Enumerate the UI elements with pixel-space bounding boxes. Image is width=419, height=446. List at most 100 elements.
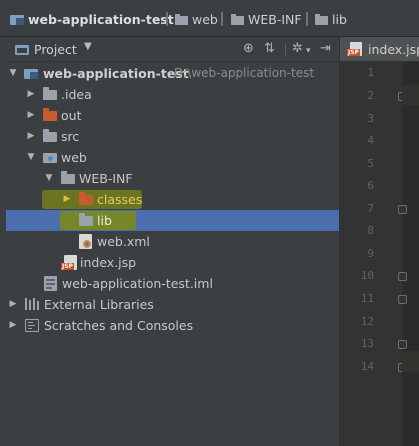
tree-node-external-libraries[interactable]: ▶ External Libraries [6, 294, 339, 315]
line-number: 3 [367, 112, 374, 125]
tree-node-label: Scratches and Consoles [44, 318, 194, 333]
line-number: 6 [367, 179, 374, 192]
project-panel-header: Project ▼ ⊕ ⇅ ✲ ▾ ⇥ [6, 37, 339, 62]
tree-node-scratches[interactable]: ▶ Scratches and Consoles [6, 315, 339, 336]
caret-row-highlight [402, 85, 419, 106]
tree-node-index-jsp[interactable]: JSP index.jsp [6, 252, 339, 273]
tree-node-label: index.jsp [80, 255, 137, 270]
module-file-icon [44, 276, 57, 291]
breadcrumb-item-lib[interactable]: lib [315, 11, 347, 27]
editor-tab-index-jsp[interactable]: JSP index.jsp [340, 37, 419, 62]
line-number: 10 [360, 269, 374, 282]
fold-marker-icon[interactable] [398, 340, 407, 349]
line-number: 9 [367, 247, 374, 260]
project-folder-icon [10, 13, 24, 25]
excluded-folder-icon [79, 192, 93, 205]
collapsed-arrow-icon[interactable]: ▶ [26, 130, 36, 142]
tree-node-web-xml[interactable]: web.xml [6, 231, 339, 252]
breadcrumb-separator [166, 12, 168, 26]
tree-node-web[interactable]: ▼ web [6, 147, 339, 168]
expand-arrow-icon[interactable]: ▼ [26, 151, 36, 163]
expand-arrow-icon[interactable]: ▼ [44, 172, 54, 184]
tree-node-label: .idea [61, 87, 92, 102]
tree-node-label: External Libraries [44, 297, 154, 312]
editor-area: JSP index.jsp 1 2 3 4 5 6 7 8 9 10 11 12… [339, 37, 419, 446]
project-folder-icon [24, 67, 38, 79]
line-number: 12 [360, 315, 374, 328]
tree-node-label: web-application-test [43, 66, 189, 81]
breadcrumb-separator [221, 12, 223, 26]
tree-node-label: web.xml [97, 234, 150, 249]
chevron-down-icon[interactable]: ▼ [84, 41, 92, 52]
breadcrumb-item-web-inf[interactable]: WEB-INF [231, 11, 302, 27]
tree-node-label: out [61, 108, 82, 123]
tree-node-label: classes [97, 192, 143, 207]
tree-node-label: src [61, 129, 80, 144]
tree-node-web-inf[interactable]: ▼ WEB-INF [6, 168, 339, 189]
collapsed-arrow-icon[interactable]: ▶ [8, 319, 18, 331]
xml-file-icon [79, 234, 92, 249]
tree-node-label: web-application-test.iml [62, 276, 213, 291]
breadcrumb-item-web[interactable]: web [175, 11, 218, 27]
editor-tab-label: index.jsp [368, 42, 419, 57]
excluded-folder-icon [43, 108, 57, 121]
caret-row-highlight [402, 351, 419, 372]
tree-node-label: WEB-INF [79, 171, 133, 186]
tree-node-classes[interactable]: ▶ classes [6, 189, 339, 210]
settings-dropdown-icon[interactable]: ▾ [306, 44, 311, 58]
line-number: 1 [367, 66, 374, 79]
web-folder-icon [43, 151, 57, 163]
fold-marker-icon[interactable] [398, 205, 407, 214]
jsp-file-icon: JSP [61, 255, 77, 270]
line-number: 13 [360, 337, 374, 350]
folder-icon [43, 87, 57, 100]
breadcrumb-separator [306, 12, 308, 26]
collapsed-arrow-icon[interactable]: ▶ [62, 193, 72, 205]
tree-node-out[interactable]: ▶ out [6, 105, 339, 126]
editor-gutter: 1 2 3 4 5 6 7 8 9 10 11 12 13 14 [340, 62, 407, 446]
collapse-icon[interactable]: ⇅ [264, 42, 275, 56]
folder-icon [79, 213, 93, 226]
tree-node-iml[interactable]: web-application-test.iml [6, 273, 339, 294]
folder-icon [43, 129, 57, 142]
fold-marker-icon[interactable] [398, 272, 407, 281]
folder-icon [175, 13, 188, 25]
expand-arrow-icon[interactable]: ▼ [8, 67, 18, 79]
folder-icon [231, 13, 244, 25]
breadcrumb-label: web [192, 11, 218, 27]
project-view-selector[interactable]: Project [34, 42, 77, 57]
library-icon [25, 298, 39, 310]
line-number: 5 [367, 157, 374, 170]
tree-node-lib[interactable]: lib [6, 210, 339, 231]
breadcrumb-label: lib [332, 11, 347, 27]
collapsed-arrow-icon[interactable]: ▶ [26, 109, 36, 121]
target-icon[interactable]: ⊕ [243, 42, 254, 56]
folder-icon [61, 171, 75, 184]
folder-icon [315, 13, 328, 25]
breadcrumb-item-project[interactable]: web-application-test [10, 11, 174, 27]
tree-node-label: lib [97, 213, 112, 228]
project-tool-window: Project ▼ ⊕ ⇅ ✲ ▾ ⇥ ▼ web-application-te… [6, 37, 339, 446]
header-separator [285, 43, 286, 56]
jsp-file-icon: JSP [347, 42, 362, 56]
collapsed-arrow-icon[interactable]: ▶ [26, 88, 36, 100]
collapsed-arrow-icon[interactable]: ▶ [8, 298, 18, 310]
settings-icon[interactable]: ✲ [292, 42, 303, 56]
line-number: 8 [367, 224, 374, 237]
scratches-icon [25, 319, 39, 332]
line-number: 14 [360, 360, 374, 373]
line-number: 7 [367, 202, 374, 215]
tree-node-src[interactable]: ▶ src [6, 126, 339, 147]
tree-node-idea[interactable]: ▶ .idea [6, 84, 339, 105]
fold-marker-icon[interactable] [398, 295, 407, 304]
project-view-icon [15, 43, 29, 55]
line-number: 2 [367, 89, 374, 102]
hide-icon[interactable]: ⇥ [320, 42, 331, 56]
breadcrumb-label: web-application-test [28, 11, 174, 27]
project-path: D:\web-application-test [174, 66, 315, 80]
navigation-bar: web-application-test web WEB-INF lib [0, 0, 419, 37]
line-number: 11 [360, 292, 374, 305]
breadcrumb-label: WEB-INF [248, 11, 302, 27]
tree-node-label: web [61, 150, 87, 165]
tree-node-project-root[interactable]: ▼ web-application-test D:\web-applicatio… [6, 63, 339, 84]
